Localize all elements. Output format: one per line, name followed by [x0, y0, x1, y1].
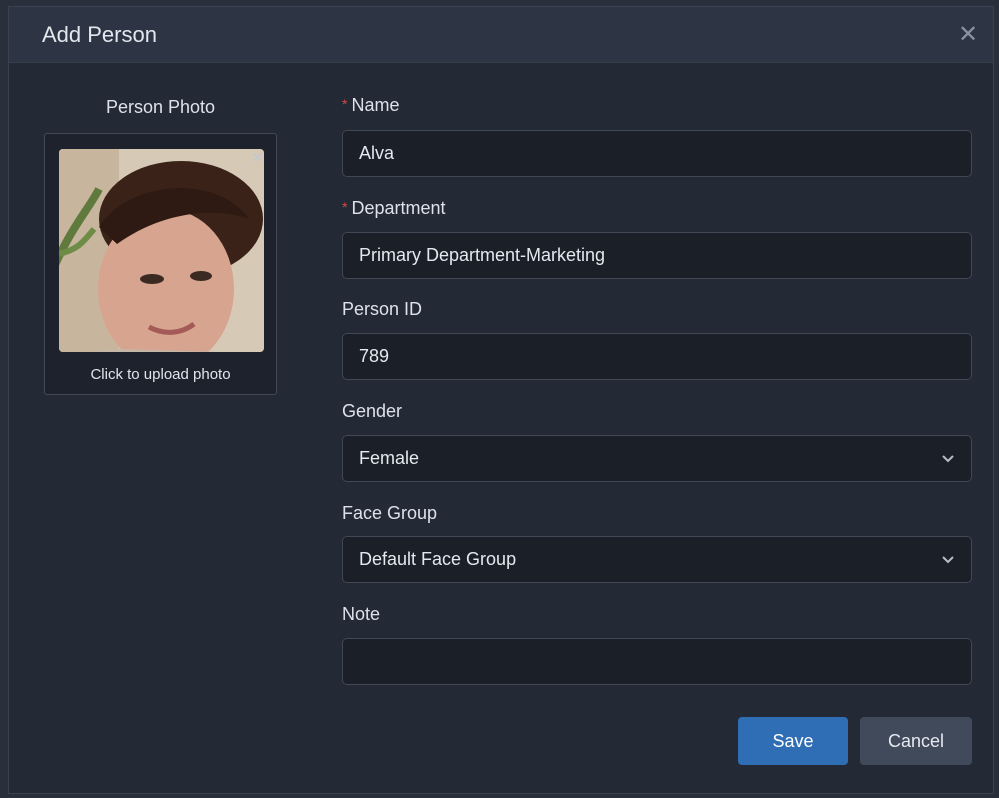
department-label-text: Department	[351, 198, 446, 218]
chevron-down-icon	[941, 552, 955, 568]
dialog-title: Add Person	[42, 22, 157, 47]
add-person-dialog: Add Person ✕ Person Photo ✕ Click to upl…	[8, 6, 994, 794]
name-input-value: Alva	[359, 143, 395, 163]
face-group-label: Face Group	[342, 503, 438, 523]
face-group-select[interactable]: Default Face Group	[342, 536, 972, 583]
name-label-text: Name	[351, 95, 400, 115]
gender-select-value: Female	[359, 448, 420, 468]
photo-upload-area[interactable]: ✕ Click to upload photo	[44, 133, 277, 395]
close-icon[interactable]: ✕	[953, 19, 983, 49]
save-button[interactable]: Save	[738, 717, 848, 765]
name-label: * Name	[342, 95, 399, 116]
note-label: Note	[342, 604, 381, 624]
department-label: * Department	[342, 198, 446, 219]
required-asterisk: *	[342, 96, 348, 112]
person-id-input[interactable]: 789	[342, 333, 972, 380]
required-asterisk: *	[342, 199, 348, 215]
gender-select[interactable]: Female	[342, 435, 972, 482]
cancel-button[interactable]: Cancel	[860, 717, 972, 765]
chevron-down-icon	[941, 451, 955, 467]
person-photo-label: Person Photo	[105, 97, 216, 117]
upload-photo-text[interactable]: Click to upload photo	[45, 366, 276, 383]
dialog-titlebar: Add Person ✕	[9, 7, 993, 63]
gender-label: Gender	[342, 401, 403, 421]
name-input[interactable]: Alva	[342, 130, 972, 177]
remove-photo-icon[interactable]: ✕	[251, 148, 264, 168]
department-input-value: Primary Department-Marketing	[359, 245, 606, 265]
person-id-input-value: 789	[359, 346, 390, 366]
department-input[interactable]: Primary Department-Marketing	[342, 232, 972, 279]
note-input[interactable]	[342, 638, 972, 685]
person-photo-image	[59, 149, 264, 352]
person-id-label: Person ID	[342, 299, 423, 319]
face-group-select-value: Default Face Group	[359, 549, 517, 569]
person-photo	[59, 149, 264, 352]
